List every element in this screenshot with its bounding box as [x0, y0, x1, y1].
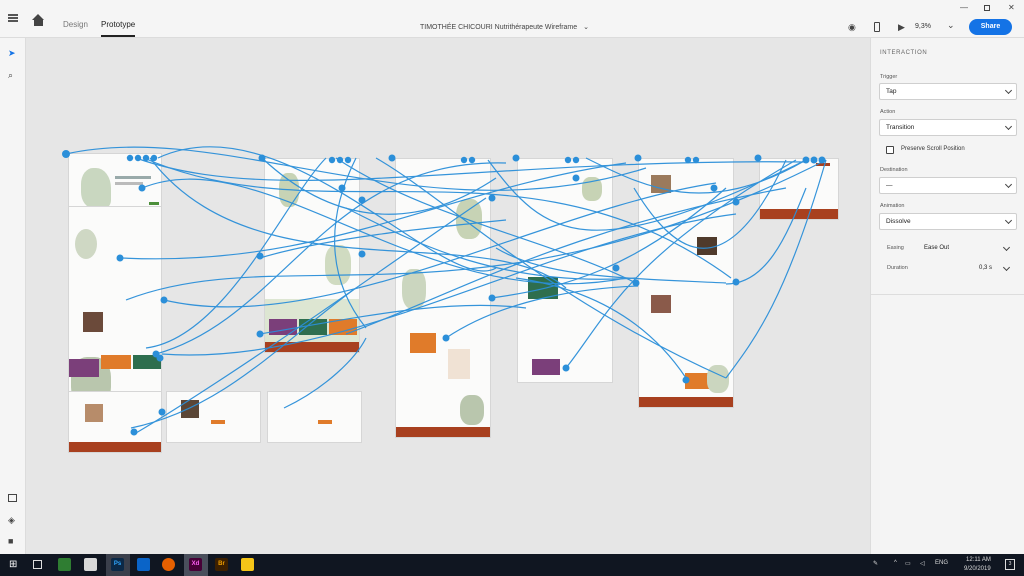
clock-date[interactable]: 9/20/2019 [964, 566, 991, 572]
share-button[interactable]: Share [969, 19, 1012, 35]
notifications-icon[interactable]: 3 [1005, 559, 1015, 570]
store-icon[interactable] [58, 558, 71, 571]
search-icon[interactable]: ⌕ [8, 70, 13, 80]
preserve-scroll-checkbox[interactable] [886, 146, 894, 154]
tray-up-icon[interactable]: ^ [894, 560, 897, 566]
select-arrow-icon[interactable]: ➤ [8, 48, 16, 58]
zoom-level[interactable]: 9,3% [915, 23, 931, 30]
document-title-text: TIMOTHÉE CHICOURI Nutrithérapeute Wirefr… [420, 24, 578, 31]
panel-heading: INTERACTION [880, 50, 928, 56]
pen-icon[interactable]: ✎ [873, 560, 878, 567]
photoshop-icon[interactable]: Ps [111, 558, 124, 571]
destination-value: — [886, 182, 893, 189]
chevron-down-icon [1004, 216, 1013, 225]
animation-value: Dissolve [886, 218, 911, 225]
file-explorer-icon[interactable] [241, 558, 254, 571]
canvas[interactable] [26, 38, 870, 554]
chevron-down-icon[interactable]: ⌄ [583, 24, 589, 31]
animation-label: Animation [880, 203, 905, 209]
prototype-wires [62, 146, 827, 436]
trigger-label: Trigger [880, 74, 898, 80]
action-select[interactable]: Transition [879, 119, 1017, 136]
taskbar: ⊞ Ps Xd Br ✎ ^ ▭ ◁ ENG 12:11 AM 9/20/201… [0, 554, 1024, 576]
tool-bar: ➤ ⌕ ◈ ■ [0, 38, 26, 554]
top-bar: Design Prototype TIMOTHÉE CHICOURI Nutri… [0, 0, 1024, 38]
duration-value[interactable]: 0,3 s [979, 265, 992, 271]
preserve-scroll-label: Preserve Scroll Position [901, 146, 965, 152]
trigger-select[interactable]: Tap [879, 83, 1017, 100]
home-icon[interactable] [32, 14, 44, 26]
destination-select[interactable]: — [879, 177, 1017, 194]
zoom-chevron-down-icon[interactable]: ⌄ [947, 20, 955, 30]
play-icon[interactable]: ▶ [898, 22, 905, 32]
trigger-value: Tap [886, 88, 897, 95]
tab-design[interactable]: Design [63, 20, 88, 29]
tab-prototype[interactable]: Prototype [101, 20, 136, 37]
task-view-icon[interactable] [33, 560, 42, 569]
volume-icon[interactable]: ◁ [920, 560, 925, 567]
network-icon[interactable]: ▭ [905, 560, 911, 567]
easing-chevron-down-icon[interactable] [1002, 243, 1011, 252]
xd-window: Design Prototype TIMOTHÉE CHICOURI Nutri… [0, 0, 1024, 576]
layers-icon[interactable]: ◈ [8, 515, 15, 525]
easing-value[interactable]: Ease Out [924, 245, 949, 251]
document-title[interactable]: TIMOTHÉE CHICOURI Nutrithérapeute Wirefr… [420, 23, 589, 31]
edge-icon[interactable] [137, 558, 150, 571]
user-help-icon[interactable]: ◉ [848, 22, 856, 32]
menu-icon[interactable] [8, 14, 18, 22]
firefox-icon[interactable] [162, 558, 175, 571]
language-indicator[interactable]: ENG [935, 560, 948, 566]
panel-divider [871, 294, 1024, 295]
clock-time[interactable]: 12:11 AM [966, 557, 991, 563]
chevron-down-icon [1004, 122, 1013, 131]
mail-icon[interactable] [84, 558, 97, 571]
destination-label: Destination [880, 167, 908, 173]
duration-chevron-down-icon[interactable] [1002, 263, 1011, 272]
chevron-down-icon [1004, 180, 1013, 189]
assets-icon[interactable] [8, 494, 17, 502]
duration-label: Duration [887, 265, 908, 271]
plugins-icon[interactable]: ■ [8, 536, 13, 546]
xd-icon[interactable]: Xd [189, 558, 202, 571]
property-inspector: INTERACTION Trigger Tap Action Transitio… [870, 38, 1024, 554]
action-label: Action [880, 109, 896, 115]
animation-select[interactable]: Dissolve [879, 213, 1017, 230]
action-value: Transition [886, 124, 915, 131]
maximize-icon[interactable] [984, 5, 990, 11]
easing-label: Easing [887, 245, 904, 251]
chevron-down-icon [1004, 86, 1013, 95]
close-icon[interactable]: ✕ [1008, 4, 1015, 12]
minimize-icon[interactable]: — [960, 4, 968, 12]
bridge-icon[interactable]: Br [215, 558, 228, 571]
windows-start-icon[interactable]: ⊞ [9, 559, 17, 570]
device-preview-icon[interactable] [874, 22, 880, 32]
